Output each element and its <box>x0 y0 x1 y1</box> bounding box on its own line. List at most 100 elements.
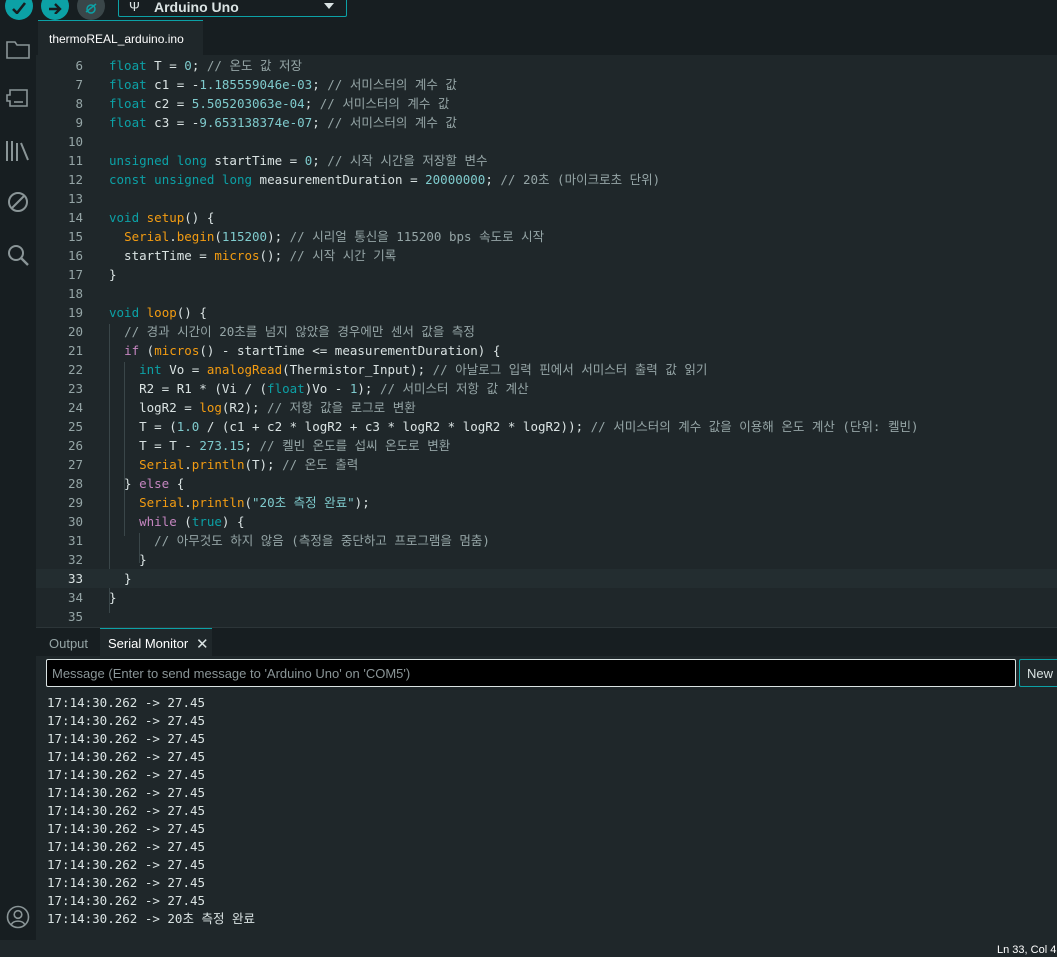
code-token: measurementDuration = <box>252 172 426 187</box>
line-number: 21 <box>67 343 83 358</box>
code-token: ( <box>214 229 222 244</box>
code-line[interactable]: 26 T = T - 273.15; // 켈빈 온도를 섭씨 온도로 변환 <box>36 436 1057 455</box>
debug-icon <box>85 3 97 14</box>
file-tab[interactable]: thermoREAL_arduino.ino <box>38 20 203 55</box>
code-token: // 온도 값 저장 <box>206 58 303 73</box>
tab-serial-monitor[interactable]: Serial Monitor ✕ <box>100 628 212 656</box>
code-token: T = <box>146 58 185 73</box>
line-number: 34 <box>67 590 83 605</box>
serial-output-line: 17:14:30.262 -> 27.45 <box>47 821 206 836</box>
code-token: unsigned <box>109 153 170 168</box>
code-line[interactable]: 18 <box>36 284 1057 303</box>
code-line[interactable]: 21 if (micros() - startTime <= measureme… <box>36 341 1057 360</box>
code-line[interactable]: 14 void setup() { <box>36 208 1057 227</box>
code-token: ; <box>304 96 320 111</box>
serial-output-line: 17:14:30.262 -> 27.45 <box>47 875 206 890</box>
code-line[interactable]: 13 <box>36 189 1057 208</box>
line-number: 16 <box>67 248 83 263</box>
code-line[interactable]: 23 R2 = R1 * (Vi / (float)Vo - 1); // 서미… <box>36 379 1057 398</box>
code-token: startTime = <box>109 248 215 263</box>
account-icon[interactable] <box>5 904 31 930</box>
code-line[interactable]: 20 // 경과 시간이 20초를 넘지 않았을 경우에만 센서 값을 측정 <box>36 322 1057 341</box>
line-number: 31 <box>67 533 83 548</box>
code-line[interactable]: 34} <box>36 588 1057 607</box>
code-token: Vo = <box>161 362 207 377</box>
debug-button[interactable] <box>77 0 105 20</box>
code-line[interactable]: 15 Serial.begin(115200); // 시리얼 통신을 1152… <box>36 227 1057 246</box>
code-line[interactable]: 11 unsigned long startTime = 0; // 시작 시간을… <box>36 151 1057 170</box>
code-text: } <box>109 588 117 607</box>
board-name: Arduino Uno <box>154 0 239 15</box>
search-icon[interactable] <box>5 242 31 268</box>
tab-output[interactable]: Output <box>49 636 88 651</box>
code-line[interactable]: 25 T = (1.0 / (c1 + c2 * logR2 + c3 * lo… <box>36 417 1057 436</box>
code-token: 115200 <box>221 229 268 244</box>
code-line[interactable]: 31 // 아무것도 하지 않음 (측정을 중단하고 프로그램을 멈춤) <box>36 531 1057 550</box>
library-icon[interactable] <box>5 138 31 164</box>
code-line[interactable]: 7 float c1 = -1.185559046e-03; // 서미스터의 계… <box>36 75 1057 94</box>
code-token: micros <box>154 343 200 358</box>
verify-button[interactable] <box>5 0 33 20</box>
code-line[interactable]: 33 } <box>36 569 1057 588</box>
code-token: } <box>109 590 117 605</box>
code-line[interactable]: 8 float c2 = 5.505203063e-04; // 서미스터의 계수… <box>36 94 1057 113</box>
code-text: } <box>109 265 117 284</box>
code-text: float c1 = -1.185559046e-03; // 서미스터의 계수… <box>109 75 457 94</box>
board-manager-icon[interactable] <box>5 85 31 111</box>
board-selector[interactable]: Ψ Arduino Uno <box>118 0 347 17</box>
upload-button[interactable] <box>41 0 69 20</box>
code-token: startTime = <box>206 153 305 168</box>
code-line[interactable]: 6 float T = 0; // 온도 값 저장 <box>36 56 1057 75</box>
editor-tab-bar: thermoREAL_arduino.ino <box>36 20 1057 55</box>
code-line[interactable]: 22 int Vo = analogRead(Thermistor_Input)… <box>36 360 1057 379</box>
code-token: (Thermistor_Input); <box>282 362 433 377</box>
code-line[interactable]: 29 Serial.println("20초 측정 완료"); <box>36 493 1057 512</box>
code-line[interactable]: 16 startTime = micros(); // 시작 시간 기록 <box>36 246 1057 265</box>
code-text: // 아무것도 하지 않음 (측정을 중단하고 프로그램을 멈춤) <box>109 531 490 550</box>
code-line[interactable]: 35 <box>36 607 1057 626</box>
serial-output-line: 17:14:30.262 -> 27.45 <box>47 839 206 854</box>
no-entry-icon[interactable] <box>5 189 31 215</box>
cursor-position[interactable]: Ln 33, Col 4 <box>997 944 1056 956</box>
code-token: void <box>109 210 140 225</box>
code-line[interactable]: 12 const unsigned long measurementDuratio… <box>36 170 1057 189</box>
code-token: loop <box>146 305 177 320</box>
line-number: 11 <box>67 153 83 168</box>
line-number: 35 <box>67 609 83 624</box>
line-number: 15 <box>67 229 83 244</box>
line-number: 17 <box>67 267 83 282</box>
code-line[interactable]: 24 logR2 = log(R2); // 저항 값을 로그로 변환 <box>36 398 1057 417</box>
code-token: true <box>191 514 222 529</box>
line-number: 33 <box>67 571 83 586</box>
code-line[interactable]: 17} <box>36 265 1057 284</box>
serial-output-line: 17:14:30.262 -> 27.45 <box>47 857 206 872</box>
toolbar: Ψ Arduino Uno <box>0 0 1057 20</box>
code-token: 1.185559046e-03 <box>199 77 313 92</box>
code-line[interactable]: 9 float c3 = -9.653138374e-07; // 서미스터의 계… <box>36 113 1057 132</box>
line-ending-select[interactable]: New Line <box>1019 659 1057 687</box>
code-line[interactable]: 30 while (true) { <box>36 512 1057 531</box>
code-line[interactable]: 19 void loop() { <box>36 303 1057 322</box>
code-token: } <box>109 552 147 567</box>
line-number: 13 <box>67 191 83 206</box>
code-text: while (true) { <box>109 512 244 531</box>
code-token: ); <box>357 381 380 396</box>
folder-icon[interactable] <box>5 36 31 62</box>
line-number: 22 <box>67 362 83 377</box>
serial-message-input[interactable] <box>46 659 1016 687</box>
code-line[interactable]: 28 } else { <box>36 474 1057 493</box>
code-line[interactable]: 27 Serial.println(T); // 온도 출력 <box>36 455 1057 474</box>
code-token: T = T - <box>109 438 200 453</box>
close-icon[interactable]: ✕ <box>196 635 209 653</box>
code-text: void setup() { <box>109 208 214 227</box>
code-editor[interactable]: 6 float T = 0; // 온도 값 저장 7 float c1 = -1.1… <box>36 55 1057 627</box>
code-line[interactable]: 32 } <box>36 550 1057 569</box>
code-line[interactable]: 10 <box>36 132 1057 151</box>
code-text: } <box>109 550 147 569</box>
code-token: () - startTime <= measurementDuration) { <box>199 343 501 358</box>
serial-output-line: 17:14:30.262 -> 27.45 <box>47 893 206 908</box>
code-token: Serial <box>124 229 170 244</box>
serial-output-line: 17:14:30.262 -> 27.45 <box>47 713 206 728</box>
